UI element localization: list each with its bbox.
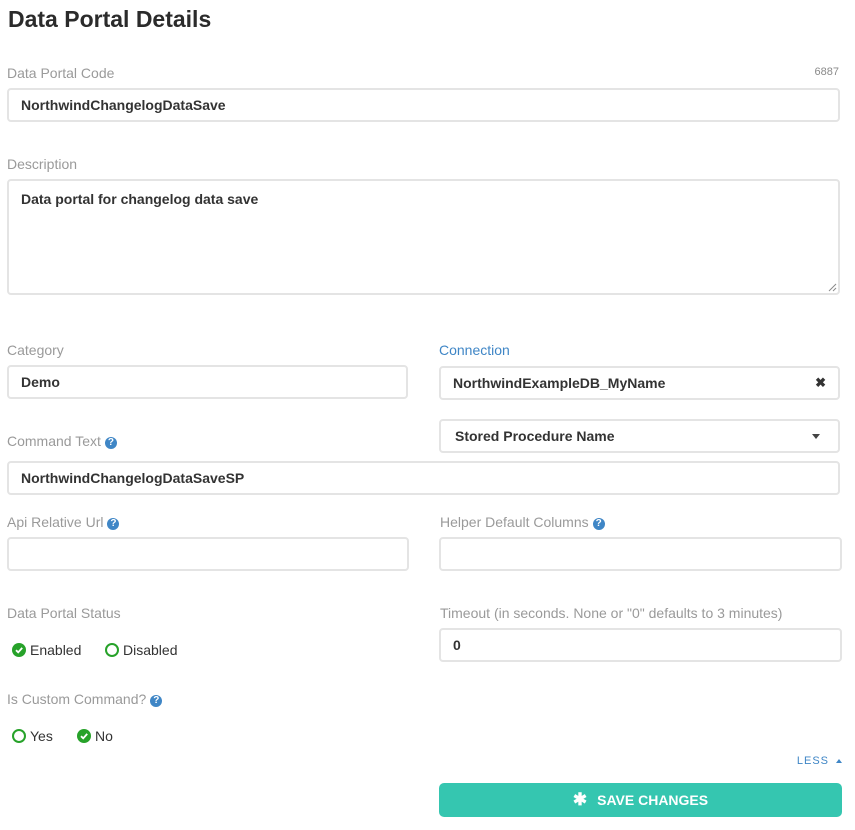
status-disabled-radio[interactable]: Disabled	[105, 642, 177, 658]
check-circle-icon	[12, 643, 26, 657]
question-circle-icon[interactable]: ?	[107, 518, 120, 530]
status-label: Data Portal Status	[7, 605, 121, 621]
asterisk-icon: ✱	[572, 790, 588, 809]
command-text-label: Command Text?	[7, 433, 117, 449]
description-textarea[interactable]: Data portal for changelog data save	[7, 179, 840, 295]
category-input[interactable]: Demo	[7, 365, 408, 399]
command-text-value: NorthwindChangelogDataSaveSP	[21, 470, 245, 486]
command-text-input[interactable]: NorthwindChangelogDataSaveSP	[7, 461, 840, 495]
code-value: NorthwindChangelogDataSave	[21, 97, 226, 113]
category-value: Demo	[21, 374, 60, 390]
resize-handle-icon[interactable]	[828, 283, 837, 292]
status-disabled-label: Disabled	[123, 642, 178, 658]
description-label: Description	[7, 156, 78, 172]
api-url-label-text: Api Relative Url	[7, 514, 104, 530]
command-type-dropdown[interactable]: Stored Procedure Name	[439, 419, 840, 453]
connection-select[interactable]: NorthwindExampleDB_MyName ✖	[439, 366, 840, 400]
custom-command-yes-radio[interactable]: Yes	[12, 728, 53, 744]
status-enabled-label: Enabled	[30, 642, 82, 658]
custom-command-yes-label: Yes	[30, 728, 53, 744]
page-title: Data Portal Details	[8, 6, 212, 32]
description-value: Data portal for changelog data save	[21, 191, 259, 207]
question-circle-icon[interactable]: ?	[592, 518, 605, 530]
timeout-label: Timeout (in seconds. None or "0" default…	[440, 605, 783, 621]
timeout-input[interactable]: 0	[439, 628, 842, 662]
save-changes-label: SAVE CHANGES	[597, 792, 709, 808]
api-url-input[interactable]	[7, 537, 409, 571]
caret-down-icon	[812, 433, 820, 439]
clear-connection-icon[interactable]: ✖	[815, 375, 826, 391]
less-label: LESS	[796, 755, 829, 767]
less-toggle[interactable]: LESS	[797, 755, 842, 767]
custom-command-no-radio[interactable]: No	[77, 728, 113, 744]
check-circle-icon	[77, 729, 91, 743]
connection-value: NorthwindExampleDB_MyName	[453, 375, 666, 391]
helper-columns-label: Helper Default Columns?	[440, 514, 605, 530]
custom-command-no-label: No	[95, 728, 113, 744]
timeout-value: 0	[453, 637, 461, 653]
custom-command-label: Is Custom Command??	[7, 691, 163, 707]
api-url-label: Api Relative Url?	[7, 514, 120, 530]
question-circle-icon[interactable]: ?	[150, 695, 163, 707]
helper-columns-input[interactable]	[439, 537, 842, 571]
category-label: Category	[7, 342, 64, 358]
code-id: 6887	[814, 66, 839, 78]
helper-columns-label-text: Helper Default Columns	[440, 514, 589, 530]
command-text-label-text: Command Text	[7, 433, 101, 449]
command-type-value: Stored Procedure Name	[455, 428, 615, 444]
connection-label[interactable]: Connection	[439, 342, 510, 358]
caret-up-icon	[836, 759, 842, 763]
save-changes-button[interactable]: ✱ SAVE CHANGES	[439, 783, 842, 817]
code-input[interactable]: NorthwindChangelogDataSave	[7, 88, 840, 122]
question-circle-icon[interactable]: ?	[104, 437, 117, 449]
code-label: Data Portal Code	[7, 65, 115, 81]
circle-icon	[105, 643, 119, 657]
status-enabled-radio[interactable]: Enabled	[12, 642, 81, 658]
custom-command-label-text: Is Custom Command?	[7, 691, 147, 707]
circle-icon	[12, 729, 26, 743]
